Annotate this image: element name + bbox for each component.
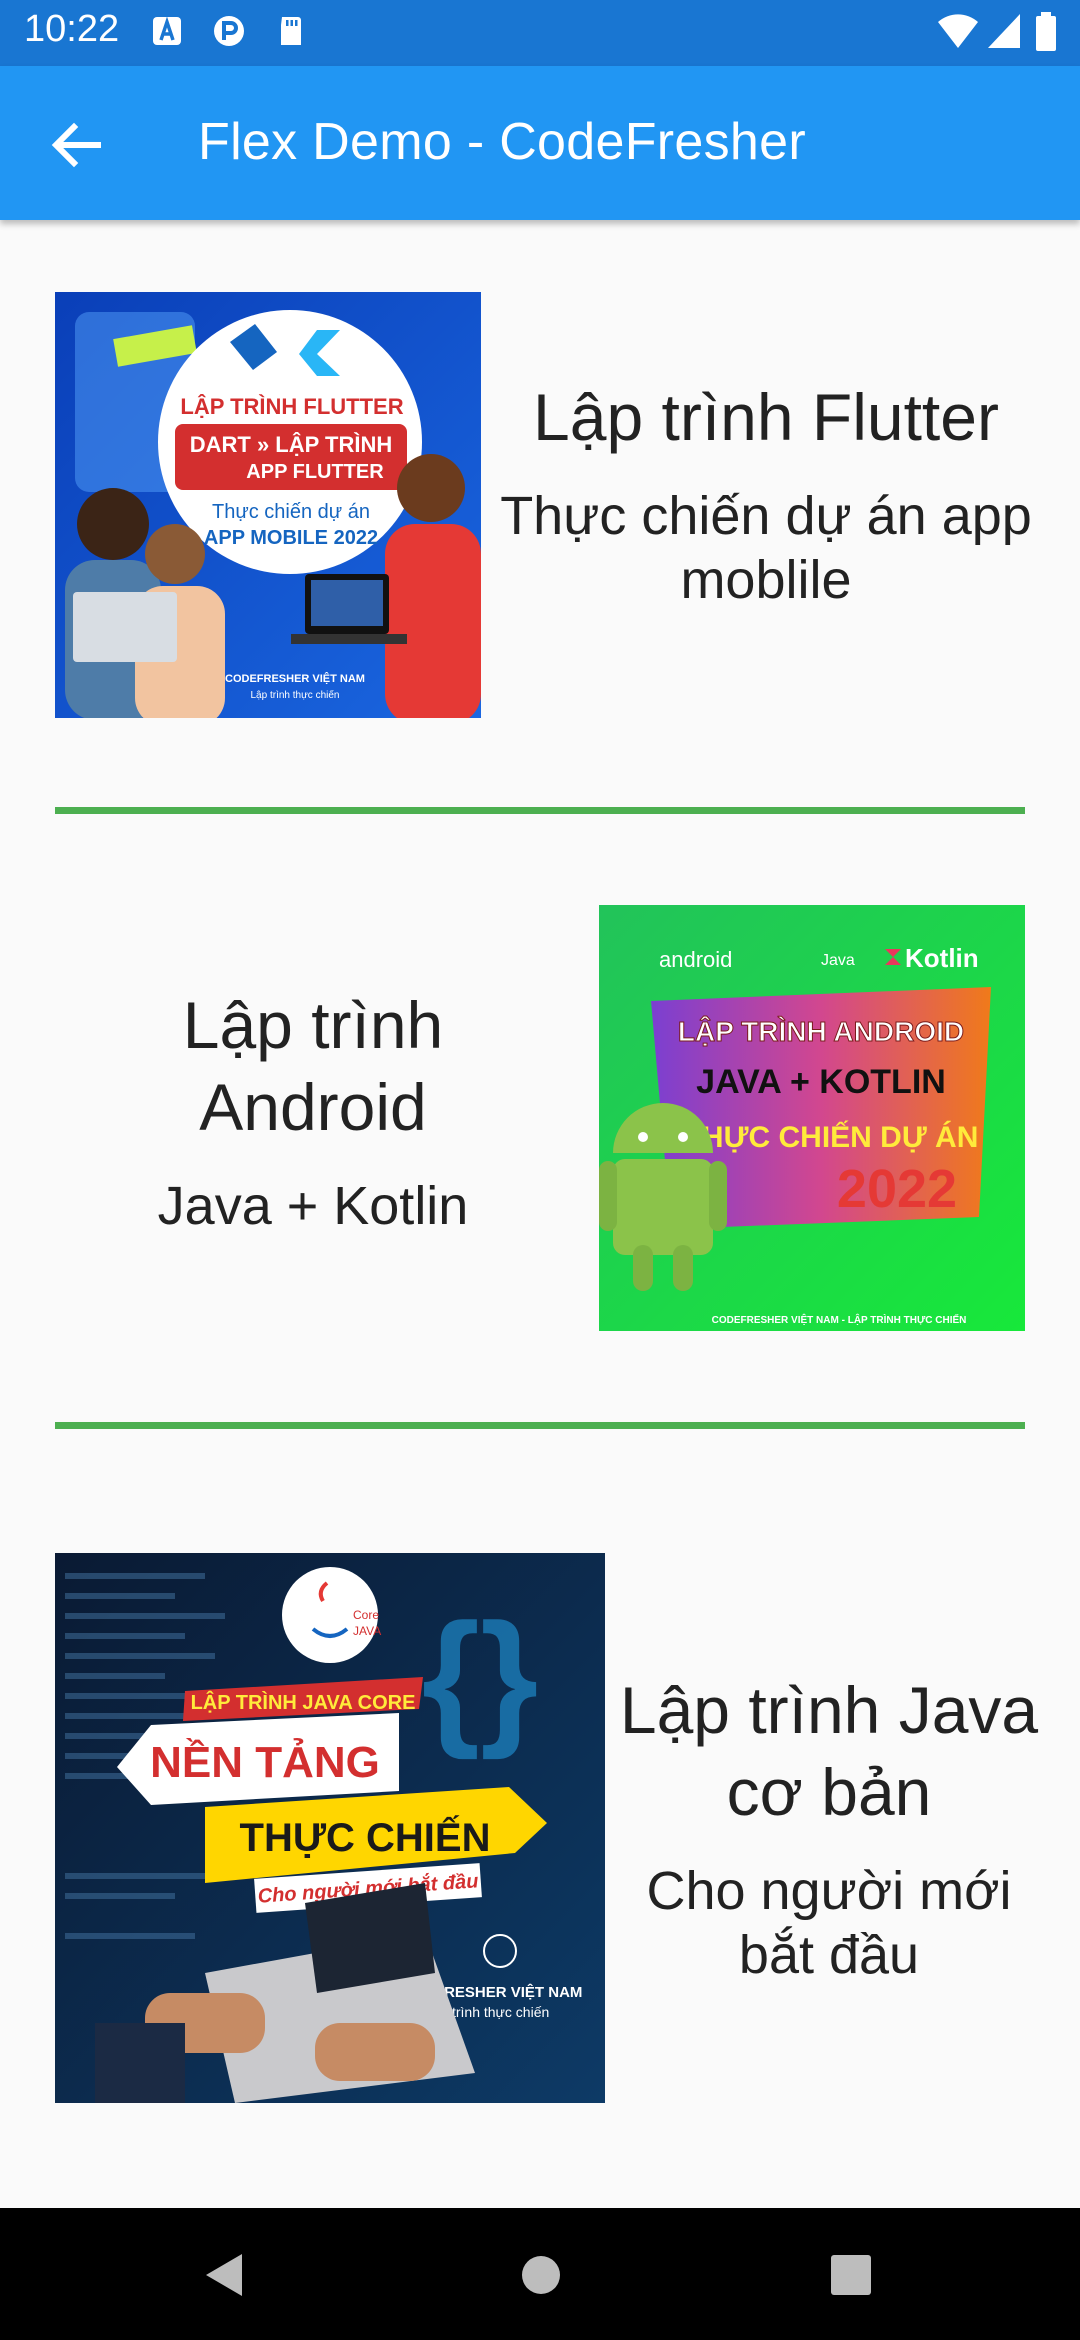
app-bar: Flex Demo - CodeFresher <box>0 66 1080 220</box>
java-image-text-1: LẬP TRÌNH JAVA CORE <box>191 1690 416 1714</box>
course-subtitle: Java + Kotlin <box>157 1176 469 1236</box>
course-image-flutter[interactable]: LẬP TRÌNH FLUTTER DART » LẬP TRÌNH APP F… <box>55 292 481 718</box>
course-text-android: Lập trình Android Java + Kotlin <box>90 984 536 1238</box>
android-image-text-3: THỰC CHIẾN DỰ ÁN <box>684 1120 979 1154</box>
sd-card-icon <box>281 17 301 45</box>
signal-icon <box>988 14 1020 48</box>
nav-home-icon[interactable] <box>506 2240 576 2310</box>
flutter-image-text-3: APP FLUTTER <box>246 461 384 483</box>
navigation-bar <box>0 2208 1080 2340</box>
app-bar-title: Flex Demo - CodeFresher <box>198 113 806 171</box>
flutter-image-brand: CODEFRESHER VIỆT NAM <box>225 672 365 685</box>
java-image-badge-2: JAVA <box>353 1624 381 1638</box>
course-row-java[interactable]: {} Core JAVA LẬP TRÌNH JAVA CORE NỀN TẢN… <box>0 1429 1080 2175</box>
nav-back-icon[interactable] <box>190 2240 260 2310</box>
divider <box>55 1422 1025 1429</box>
course-subtitle: Thực chiến dự án app moblile <box>500 486 1032 610</box>
status-bar: 10:22 <box>0 0 1080 66</box>
android-image-text-1: LẬP TRÌNH ANDROID <box>678 1016 964 1047</box>
course-text-java: Lập trình Java cơ bản Cho người mới bắt … <box>612 1669 1046 1987</box>
java-image-badge-1: Core <box>353 1608 379 1622</box>
course-text-flutter: Lập trình Flutter Thực chiến dự án app m… <box>496 376 1036 612</box>
course-image-java[interactable]: {} Core JAVA LẬP TRÌNH JAVA CORE NỀN TẢN… <box>55 1553 605 2103</box>
flutter-image-tagline: Lập trình thực chiến <box>251 689 340 701</box>
wifi-icon <box>938 14 978 48</box>
course-subtitle: Cho người mới bắt đầu <box>646 1861 1012 1985</box>
divider <box>55 807 1025 814</box>
android-image-brand-2: Java <box>821 952 855 969</box>
course-title: Lập trình Flutter <box>533 380 999 454</box>
nav-recents-icon[interactable] <box>816 2240 886 2310</box>
flutter-image-text-1: LẬP TRÌNH FLUTTER <box>180 394 403 419</box>
battery-icon <box>1036 12 1056 51</box>
java-image-text-3: THỰC CHIẾN <box>240 1814 491 1860</box>
back-arrow-icon[interactable] <box>44 113 108 177</box>
keyboard-notification-icon <box>153 16 181 45</box>
svg-text:{}: {} <box>422 1592 539 1760</box>
android-image-footer: CODEFRESHER VIỆT NAM - LẬP TRÌNH THỰC CH… <box>712 1313 967 1326</box>
course-image-android[interactable]: android Java Kotlin LẬP TRÌNH ANDROID JA… <box>599 905 1025 1331</box>
flutter-image-text-2: DART » LẬP TRÌNH <box>190 432 393 457</box>
course-row-flutter[interactable]: LẬP TRÌNH FLUTTER DART » LẬP TRÌNH APP F… <box>0 220 1080 800</box>
android-image-year: 2022 <box>837 1159 957 1219</box>
java-image-text-2: NỀN TẢNG <box>150 1737 380 1787</box>
course-row-android[interactable]: Lập trình Android Java + Kotlin android … <box>0 814 1080 1426</box>
flutter-image-text-4: Thực chiến dự án <box>212 501 370 523</box>
status-time: 10:22 <box>24 8 120 50</box>
course-title: Lập trình Java cơ bản <box>619 1673 1039 1829</box>
flutter-image-text-5: APP MOBILE 2022 <box>204 527 378 549</box>
android-image-brand-3: Kotlin <box>905 943 979 973</box>
course-title: Lập trình Android <box>182 988 444 1144</box>
android-image-text-2: JAVA + KOTLIN <box>696 1063 946 1101</box>
app-notification-icon <box>214 16 244 46</box>
android-image-brand-1: android <box>659 947 732 972</box>
